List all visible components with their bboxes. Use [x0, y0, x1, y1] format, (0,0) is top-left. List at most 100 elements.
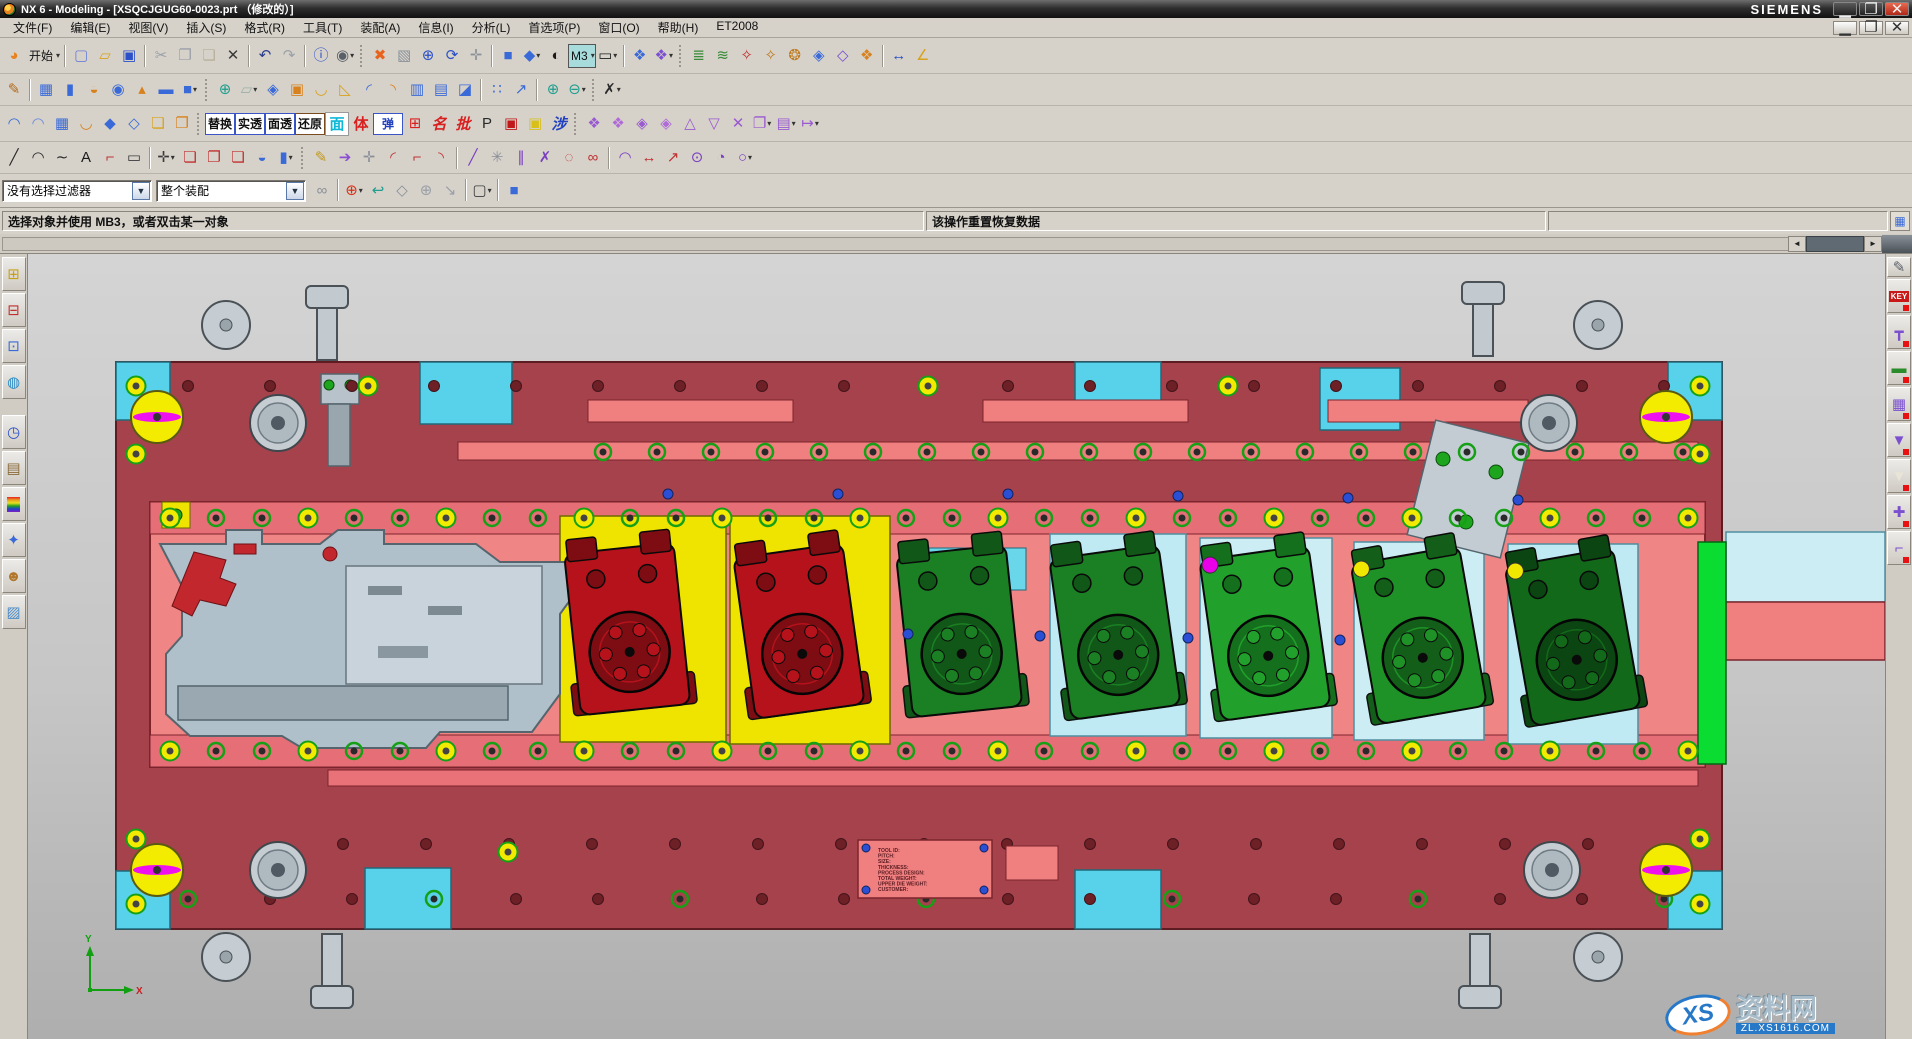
arc-dimension[interactable]: ◠	[613, 146, 637, 170]
chevron-down-icon[interactable]: ▾	[613, 51, 617, 60]
restore[interactable]: 还原	[295, 113, 325, 135]
search[interactable]: ◉▾	[333, 44, 357, 68]
spline[interactable]: ∼	[50, 146, 74, 170]
suppress-component[interactable]: ▽	[702, 112, 726, 136]
zoom-window[interactable]: ▧	[392, 44, 416, 68]
guide-post-2[interactable]	[1462, 282, 1504, 356]
menu-information[interactable]: 信息(I)	[409, 18, 462, 37]
boss[interactable]: ▴	[130, 78, 154, 102]
chevron-down-icon[interactable]: ▾	[253, 85, 257, 94]
axes-csys[interactable]: ✳	[485, 146, 509, 170]
hole[interactable]: ◉	[106, 78, 130, 102]
snap-point[interactable]: ⊕▾	[342, 179, 366, 203]
eraser[interactable]: ◇	[390, 179, 414, 203]
render-style[interactable]: ◐	[544, 44, 568, 68]
fillet-sketch[interactable]: ◜	[381, 146, 405, 170]
zoom-in-out[interactable]: ⊕	[416, 44, 440, 68]
chevron-down-icon[interactable]: ▾	[193, 85, 197, 94]
block[interactable]: ■▾	[178, 78, 202, 102]
chevron-down-icon[interactable]: ▾	[582, 85, 586, 94]
graphics-viewport[interactable]: TOOL ID:PITCH:SIZE:THICKNESS:PROCESS DES…	[28, 254, 1885, 1039]
sketch-plane[interactable]: ▱▾	[237, 78, 261, 102]
chevron-down-icon[interactable]: ▾	[359, 186, 363, 195]
menu-et2008[interactable]: ET2008	[707, 18, 767, 37]
menu-assemblies[interactable]: 装配(A)	[351, 18, 409, 37]
line-purple[interactable]: ╱	[461, 146, 485, 170]
point[interactable]: ✛▾	[154, 146, 178, 170]
blend[interactable]: ◡	[309, 78, 333, 102]
horizontal-scrollbar[interactable]: ◄ ►	[0, 234, 1912, 254]
scene-wand-tab[interactable]: ✦	[2, 523, 26, 557]
shaded-cube[interactable]: ■	[502, 179, 526, 203]
part-block-holes[interactable]: ▦	[1887, 387, 1911, 421]
assembly-constraints[interactable]: ❖	[606, 112, 630, 136]
dim-horizontal[interactable]: ↔	[637, 146, 661, 170]
swept[interactable]: ◡	[74, 112, 98, 136]
trim-body[interactable]: ◪	[453, 78, 477, 102]
pattern-feature[interactable]: ∷	[485, 78, 509, 102]
mirror-body[interactable]: ❖	[855, 44, 879, 68]
profile[interactable]: ⌐	[98, 146, 122, 170]
chevron-down-icon[interactable]: ▾	[350, 51, 354, 60]
scroll-left-button[interactable]: ◄	[1788, 236, 1806, 252]
visualization-tab[interactable]	[2, 487, 26, 521]
mirror-assembly[interactable]: △	[678, 112, 702, 136]
status-grid-button[interactable]: ▦	[1890, 211, 1910, 231]
bounded-plane[interactable]: ◇	[122, 112, 146, 136]
pattern-component[interactable]: ◈	[654, 112, 678, 136]
property-copy[interactable]: ❐▾	[750, 112, 774, 136]
selection-filter-dropdown[interactable]: 没有选择过滤器 ▼	[2, 180, 152, 202]
rollback[interactable]: ↩	[366, 179, 390, 203]
perpendicular-line[interactable]: ✗	[533, 146, 557, 170]
menu-edit[interactable]: 编辑(E)	[61, 18, 119, 37]
selection-scope-dropdown[interactable]: 整个装配 ▼	[156, 180, 306, 202]
corner-lifter-2[interactable]	[131, 844, 183, 896]
mdi-restore-button[interactable]: ❐	[1859, 21, 1883, 35]
grid-crosshair[interactable]: ⊞	[403, 112, 427, 136]
guide-bushing-2[interactable]	[250, 842, 306, 898]
corner-lifter-3[interactable]	[1640, 391, 1692, 443]
stripper-bar[interactable]	[1698, 542, 1726, 764]
toolbar-handle[interactable]	[197, 113, 202, 135]
arc[interactable]: ◠	[26, 146, 50, 170]
measure-angle[interactable]: ∠	[911, 44, 935, 68]
mdi-minimize-button[interactable]: ▁	[1833, 21, 1857, 35]
delete[interactable]: ✕	[221, 44, 245, 68]
scrollbar-thumb[interactable]	[1806, 236, 1864, 252]
exit-strip[interactable]	[1726, 532, 1885, 602]
orient-view[interactable]: ◆▾	[520, 44, 544, 68]
extension-surface[interactable]: ❐	[170, 112, 194, 136]
unite[interactable]: ⊕	[213, 78, 237, 102]
delete-component[interactable]: ✕	[726, 112, 750, 136]
history-tab[interactable]: ◷	[2, 415, 26, 449]
guide-bushing-3[interactable]	[1521, 395, 1577, 451]
ruled-surface[interactable]: ◠	[2, 112, 26, 136]
menu-format[interactable]: 格式(R)	[235, 18, 294, 37]
project-curve[interactable]: ◒	[250, 146, 274, 170]
part-tri-plate[interactable]: ▼	[1887, 423, 1911, 457]
chevron-down-icon[interactable]: ▼	[286, 182, 304, 200]
revolve[interactable]: ◒	[82, 78, 106, 102]
solid-transparent[interactable]: 实透	[235, 113, 265, 135]
assembly-navigator-tab[interactable]: ⊞	[2, 257, 26, 291]
system-materials-tab[interactable]: ▤	[2, 451, 26, 485]
guide-bushing-1[interactable]	[250, 395, 306, 451]
guide-post-4[interactable]	[1459, 934, 1501, 1008]
guide-bushing-4[interactable]	[1524, 842, 1580, 898]
gray-snap[interactable]: ⊕	[414, 179, 438, 203]
datum-csys[interactable]: ◈	[807, 44, 831, 68]
section-surface[interactable]: ◆	[98, 112, 122, 136]
copy[interactable]: ❐	[173, 44, 197, 68]
scrollbar-track[interactable]	[2, 237, 1788, 251]
toolbar-handle[interactable]	[679, 45, 684, 67]
body-display[interactable]: 体	[349, 112, 373, 136]
tool-id-plate[interactable]: TOOL ID:PITCH:SIZE:THICKNESS:PROCESS DES…	[858, 840, 992, 898]
menu-window[interactable]: 窗口(O)	[589, 18, 648, 37]
nx-logo[interactable]: ◕	[2, 44, 26, 68]
drag-tool[interactable]: ↘	[438, 179, 462, 203]
scroll-right-button[interactable]: ►	[1864, 236, 1882, 252]
guide-post-3[interactable]	[311, 934, 353, 1008]
chevron-down-icon[interactable]: ▾	[488, 186, 492, 195]
menu-analysis[interactable]: 分析(L)	[463, 18, 520, 37]
offset-surface[interactable]: ❏	[146, 112, 170, 136]
